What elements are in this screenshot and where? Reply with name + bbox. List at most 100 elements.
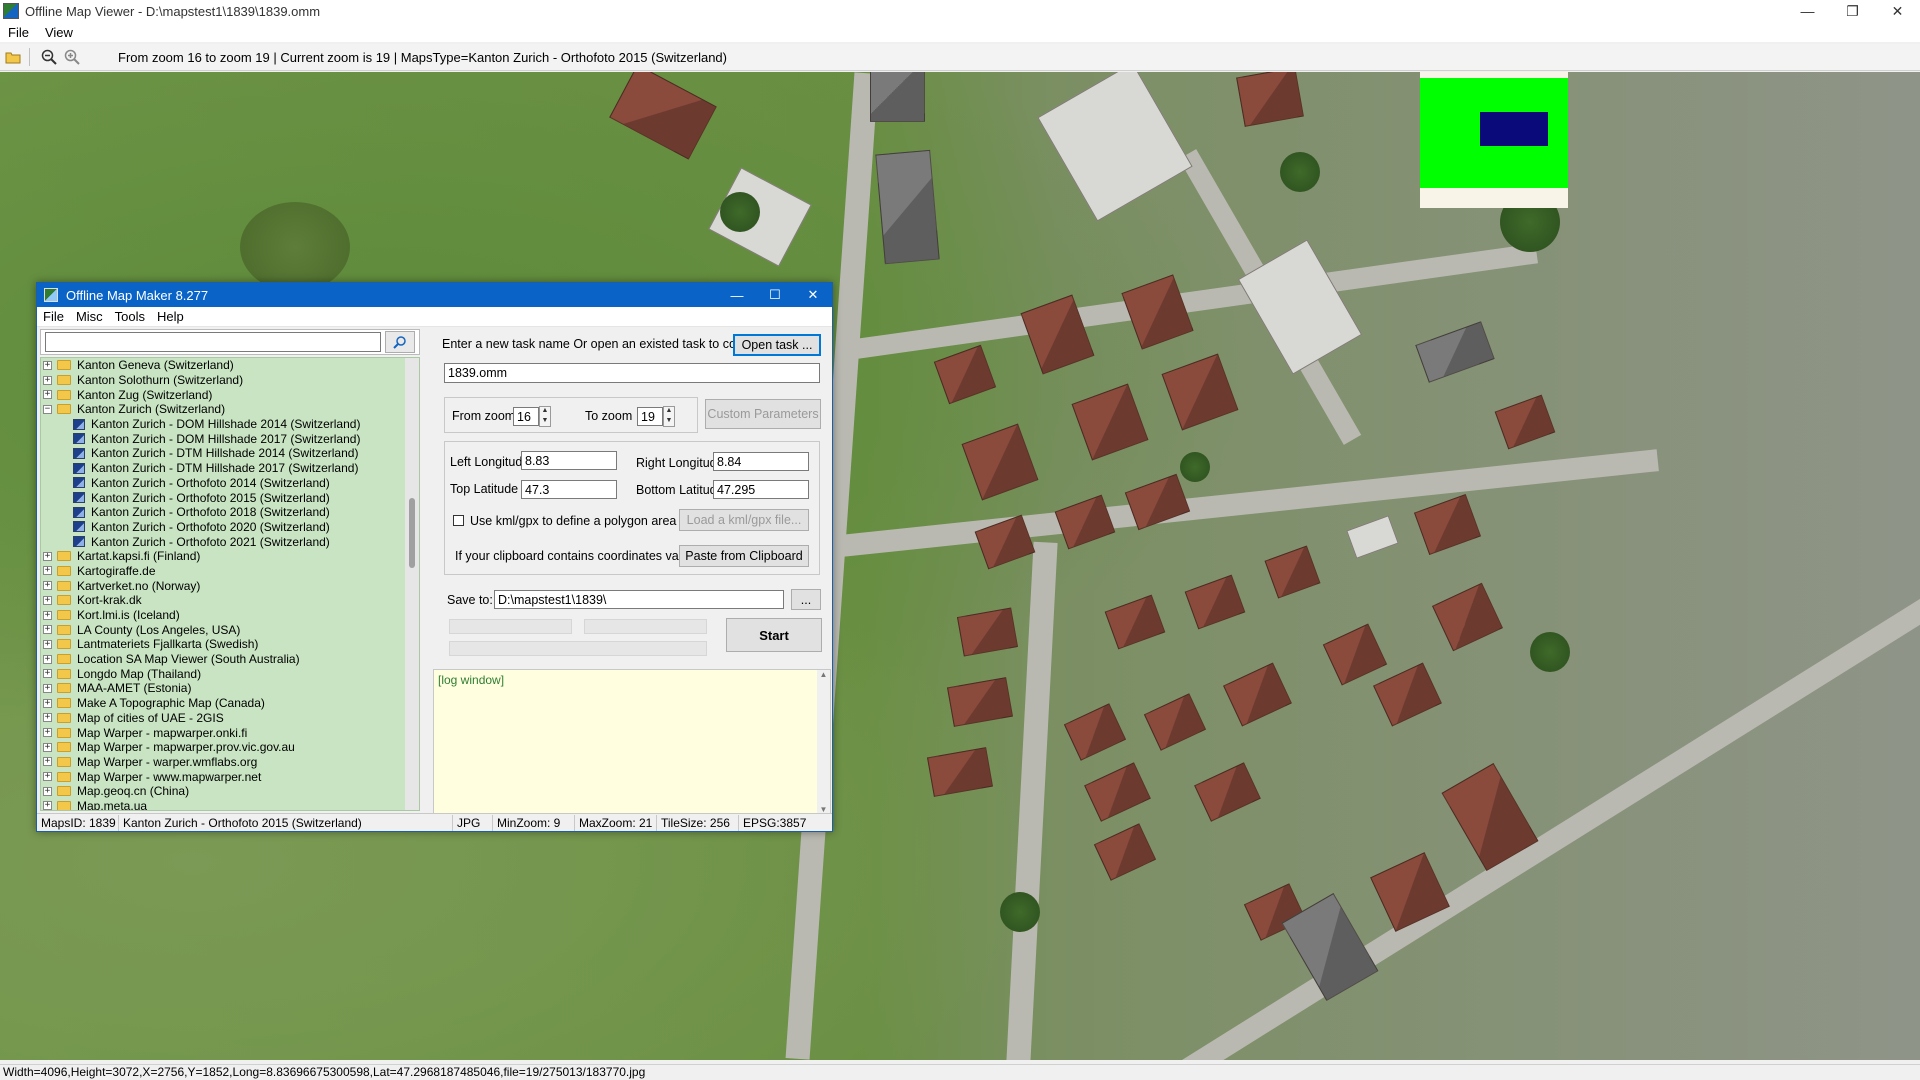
right-longitude-input[interactable]: 8.84 — [713, 452, 809, 471]
expand-icon[interactable]: + — [43, 639, 52, 649]
minimap-viewport[interactable] — [1480, 112, 1548, 146]
dialog-menu-tools[interactable]: Tools — [109, 309, 151, 324]
tree-map-item[interactable]: Kanton Zurich - Orthofoto 2018 (Switzerl… — [41, 505, 419, 520]
from-zoom-spinner[interactable]: ▲ ▼ — [539, 406, 551, 427]
top-latitude-input[interactable]: 47.3 — [521, 480, 617, 499]
tree-folder-item[interactable]: + Kort-krak.dk — [41, 593, 419, 608]
tree-folder-item[interactable]: + Kartat.kapsi.fi (Finland) — [41, 549, 419, 564]
log-scrollbar[interactable]: ▲ ▼ — [817, 670, 830, 814]
expand-icon[interactable]: + — [43, 581, 52, 591]
tree-map-item[interactable]: Kanton Zurich - Orthofoto 2014 (Switzerl… — [41, 476, 419, 491]
log-window[interactable]: [log window] ▲ ▼ — [433, 669, 831, 815]
dialog-menu-help[interactable]: Help — [151, 309, 190, 324]
expand-icon[interactable]: + — [43, 595, 52, 605]
expand-icon[interactable]: + — [43, 551, 52, 561]
map-source-tree[interactable]: + Kanton Geneva (Switzerland) + Kanton Solo… — [40, 357, 420, 811]
dialog-maximize-button[interactable]: ☐ — [756, 283, 794, 307]
from-zoom-input[interactable]: 16 — [513, 407, 539, 426]
tree-folder-item[interactable]: + MAA-AMET (Estonia) — [41, 681, 419, 696]
tree-folder-item[interactable]: + Map.geoq.cn (China) — [41, 784, 419, 799]
expand-icon[interactable]: + — [43, 757, 52, 767]
overview-minimap[interactable] — [1420, 72, 1568, 208]
tree-map-item[interactable]: Kanton Zurich - DTM Hillshade 2017 (Swit… — [41, 461, 419, 476]
expand-icon[interactable]: + — [43, 772, 52, 782]
expand-icon[interactable]: + — [43, 625, 52, 635]
tree-folder-item[interactable]: + Kanton Geneva (Switzerland) — [41, 358, 419, 373]
tree-folder-item[interactable]: − Kanton Zurich (Switzerland) — [41, 402, 419, 417]
tree-folder-item[interactable]: + LA County (Los Angeles, USA) — [41, 622, 419, 637]
tree-folder-item[interactable]: + Longdo Map (Thailand) — [41, 666, 419, 681]
search-button[interactable] — [385, 331, 415, 353]
expand-icon[interactable]: + — [43, 669, 52, 679]
tree-folder-item[interactable]: + Map Warper - warper.wmflabs.org — [41, 755, 419, 770]
bottom-latitude-input[interactable]: 47.295 — [713, 480, 809, 499]
dialog-menu-misc[interactable]: Misc — [70, 309, 109, 324]
tree-folder-item[interactable]: + Kanton Solothurn (Switzerland) — [41, 373, 419, 388]
tree-map-item[interactable]: Kanton Zurich - Orthofoto 2015 (Switzerl… — [41, 490, 419, 505]
tree-map-item[interactable]: Kanton Zurich - Orthofoto 2021 (Switzerl… — [41, 534, 419, 549]
bottom-latitude-label: Bottom Latitude — [636, 483, 724, 497]
close-button[interactable]: ✕ — [1875, 0, 1920, 22]
tree-folder-item[interactable]: + Map Warper - mapwarper.onki.fi — [41, 725, 419, 740]
tree-folder-item[interactable]: + Map of cities of UAE - 2GIS — [41, 711, 419, 726]
tree-folder-item[interactable]: + Map.meta.ua — [41, 799, 419, 810]
zoom-out-icon[interactable] — [39, 47, 59, 67]
to-zoom-input[interactable]: 19 — [637, 407, 663, 426]
menu-view[interactable]: View — [37, 25, 81, 40]
expand-icon[interactable]: + — [43, 375, 52, 385]
dialog-close-button[interactable]: ✕ — [794, 283, 832, 307]
tree-folder-item[interactable]: + Location SA Map Viewer (South Australia… — [41, 652, 419, 667]
tree-map-item[interactable]: Kanton Zurich - DTM Hillshade 2014 (Swit… — [41, 446, 419, 461]
expand-icon[interactable]: + — [43, 801, 52, 810]
expand-icon[interactable]: + — [43, 728, 52, 738]
open-folder-icon[interactable] — [3, 47, 23, 67]
paste-clipboard-button[interactable]: Paste from Clipboard — [679, 545, 809, 567]
tree-folder-item[interactable]: + Map Warper - www.mapwarper.net — [41, 769, 419, 784]
expand-icon[interactable]: + — [43, 610, 52, 620]
save-to-input[interactable]: D:\mapstest1\1839\ — [494, 590, 784, 609]
expand-icon[interactable]: + — [43, 566, 52, 576]
tree-folder-item[interactable]: + Lantmateriets Fjallkarta (Swedish) — [41, 637, 419, 652]
tree-map-item[interactable]: Kanton Zurich - Orthofoto 2020 (Switzerl… — [41, 520, 419, 535]
load-kml-button[interactable]: Load a kml/gpx file... — [679, 509, 809, 531]
map-building — [956, 607, 1019, 657]
tree-map-item[interactable]: Kanton Zurich - DOM Hillshade 2017 (Swit… — [41, 431, 419, 446]
expand-icon[interactable]: + — [43, 742, 52, 752]
zoom-in-icon[interactable] — [62, 47, 82, 67]
map-search-input[interactable] — [45, 332, 381, 352]
menu-file[interactable]: File — [0, 25, 37, 40]
dialog-menu-file[interactable]: File — [37, 309, 70, 324]
tree-folder-item[interactable]: + Kartogiraffe.de — [41, 564, 419, 579]
custom-parameters-button[interactable]: Custom Parameters — [705, 399, 821, 429]
tree-folder-item[interactable]: + Kartverket.no (Norway) — [41, 578, 419, 593]
to-zoom-spinner[interactable]: ▲ ▼ — [663, 406, 675, 427]
left-longitude-input[interactable]: 8.83 — [521, 451, 617, 470]
task-name-input[interactable]: 1839.omm — [444, 363, 820, 383]
kml-checkbox[interactable] — [453, 515, 464, 526]
scroll-up-icon[interactable]: ▲ — [817, 670, 830, 679]
dialog-minimize-button[interactable]: — — [718, 283, 756, 307]
tree-folder-item[interactable]: + Kanton Zug (Switzerland) — [41, 387, 419, 402]
minimize-button[interactable]: — — [1785, 0, 1830, 22]
map-building — [1494, 394, 1556, 450]
start-button[interactable]: Start — [726, 618, 822, 652]
open-task-button[interactable]: Open task ... — [733, 334, 821, 356]
tree-folder-item[interactable]: + Map Warper - mapwarper.prov.vic.gov.au — [41, 740, 419, 755]
tree-scrollbar[interactable] — [405, 358, 419, 810]
to-zoom-label: To zoom — [585, 409, 633, 423]
tree-folder-item[interactable]: + Make A Topographic Map (Canada) — [41, 696, 419, 711]
tree-map-item[interactable]: Kanton Zurich - DOM Hillshade 2014 (Swit… — [41, 417, 419, 432]
browse-button[interactable]: ... — [791, 589, 821, 610]
expand-icon[interactable]: + — [43, 786, 52, 796]
collapse-icon[interactable]: − — [43, 404, 52, 414]
tree-folder-item[interactable]: + Kort.lmi.is (Iceland) — [41, 608, 419, 623]
expand-icon[interactable]: + — [43, 360, 52, 370]
expand-icon[interactable]: + — [43, 698, 52, 708]
maximize-button[interactable]: ❐ — [1830, 0, 1875, 22]
dialog-status-bar: MapsID: 1839 Kanton Zurich - Orthofoto 2… — [37, 813, 832, 831]
expand-icon[interactable]: + — [43, 654, 52, 664]
expand-icon[interactable]: + — [43, 713, 52, 723]
expand-icon[interactable]: + — [43, 390, 52, 400]
app-icon — [3, 3, 19, 19]
expand-icon[interactable]: + — [43, 683, 52, 693]
